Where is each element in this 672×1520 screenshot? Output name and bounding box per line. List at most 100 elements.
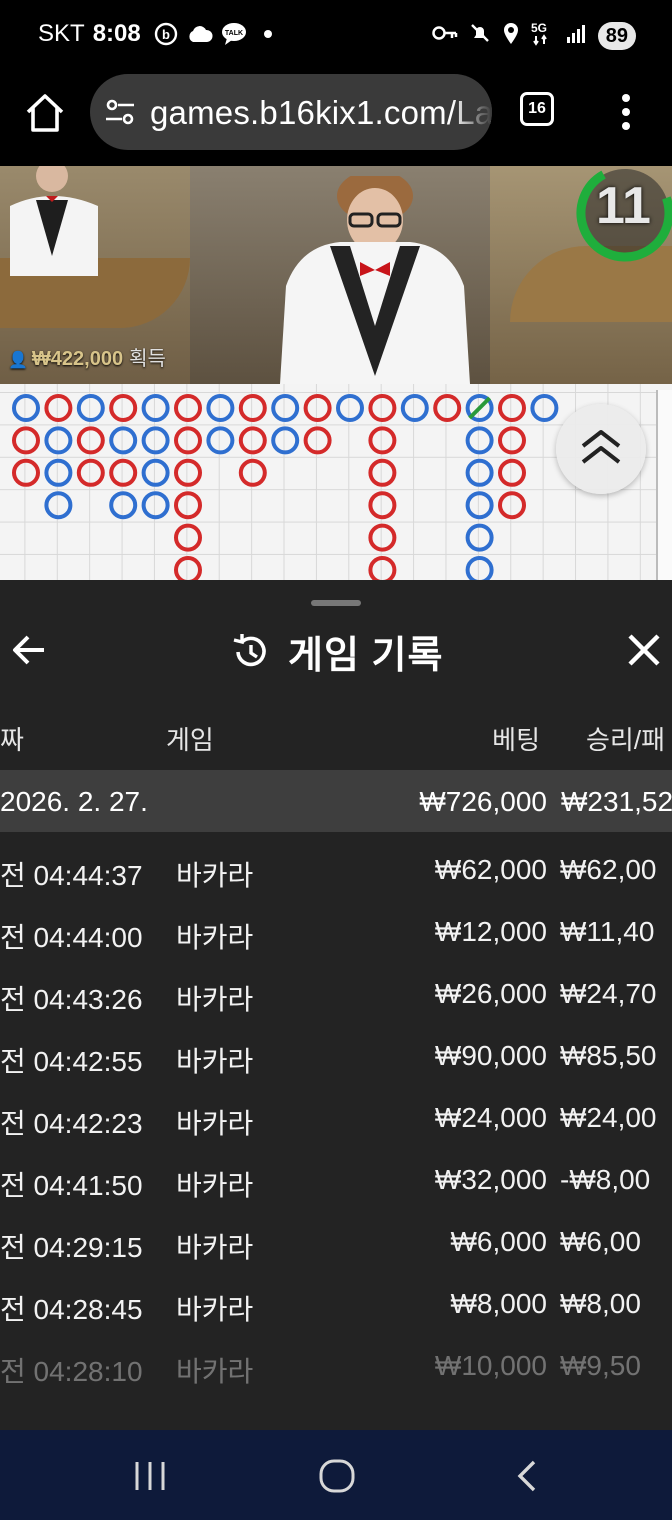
- player-bead: [141, 426, 170, 455]
- player-bead: [465, 556, 494, 580]
- row-bet: ₩32,000: [434, 1164, 547, 1195]
- banker-bead: [109, 394, 138, 422]
- dot-icon: [255, 21, 281, 47]
- player-bead: [465, 458, 494, 487]
- home-icon: [26, 94, 64, 132]
- row-bet: ₩8,000: [450, 1288, 548, 1319]
- player-bead: [206, 426, 235, 455]
- chevron-left-icon: [517, 1460, 536, 1492]
- row-winloss: ₩24,00: [560, 1102, 657, 1133]
- banker-bead: [368, 458, 397, 487]
- row-game: 바카라: [176, 984, 254, 1015]
- player-bead: [465, 491, 494, 520]
- nav-back-button[interactable]: [512, 1458, 540, 1494]
- history-row[interactable]: 전 04:42:55 바카라 ₩90,000 ₩85,50: [0, 1024, 672, 1086]
- sheet-title: 게임 기록: [288, 635, 444, 677]
- user-icon: 👤: [8, 352, 28, 369]
- history-row[interactable]: 전 04:43:26 바카라 ₩26,000 ₩24,70: [0, 962, 672, 1024]
- player-bead: [465, 523, 494, 552]
- row-bet: ₩6,000: [450, 1226, 548, 1257]
- row-bet: ₩12,000: [434, 916, 547, 947]
- mute-icon: [468, 21, 492, 50]
- dealer-figure: [280, 176, 470, 384]
- nav-home-button[interactable]: [318, 1458, 356, 1494]
- banker-bead: [12, 458, 40, 487]
- banker-bead: [368, 426, 397, 455]
- row-game: 바카라: [176, 860, 254, 891]
- player-bead: [76, 394, 105, 422]
- site-settings-icon[interactable]: [104, 98, 136, 126]
- history-row[interactable]: 전 04:42:23 바카라 ₩24,000 ₩24,00: [0, 1086, 672, 1148]
- banker-bead: [498, 426, 526, 455]
- row-game: 바카라: [176, 1170, 254, 1201]
- row-bet: ₩26,000: [434, 978, 547, 1009]
- player-bead: [141, 491, 170, 520]
- url-fade: [452, 74, 492, 150]
- side-dealer-figure: [10, 166, 98, 276]
- history-row[interactable]: 전 04:44:37 바카라 ₩62,000 ₩62,00: [0, 838, 672, 900]
- row-time: 전 04:43:26: [0, 984, 143, 1015]
- history-row[interactable]: 전 04:44:00 바카라 ₩12,000 ₩11,40: [0, 900, 672, 962]
- kebab-icon: [622, 94, 630, 130]
- header-game[interactable]: 게임: [166, 720, 214, 757]
- live-video-stream[interactable]: 11 👤 ₩422,000 획득: [0, 166, 672, 384]
- clock-time: 8:08: [92, 20, 141, 47]
- banker-bead: [174, 556, 202, 580]
- banker-bead: [238, 458, 267, 487]
- address-bar[interactable]: games.b16kix1.com/La: [90, 74, 492, 150]
- history-row[interactable]: 전 04:28:45 바카라 ₩8,000 ₩8,00: [0, 1272, 672, 1334]
- player-bead: [12, 394, 40, 422]
- banker-bead: [76, 426, 105, 455]
- row-time: 전 04:44:37: [0, 860, 143, 891]
- summary-winloss: ₩231,52: [561, 786, 672, 817]
- date-summary-row[interactable]: 2026. 2. 27. ₩726,000 ₩231,52: [0, 770, 672, 832]
- banker-bead: [76, 458, 105, 487]
- row-time: 전 04:41:50: [0, 1170, 143, 1201]
- player-bead: [400, 394, 429, 422]
- player-bead: [109, 426, 138, 455]
- header-bet[interactable]: 베팅: [492, 720, 540, 757]
- drag-handle[interactable]: [311, 600, 361, 606]
- more-menu-button[interactable]: [616, 92, 636, 132]
- url-text[interactable]: games.b16kix1.com/La: [150, 94, 492, 132]
- row-bet: ₩90,000: [434, 1040, 547, 1071]
- svg-text:b: b: [162, 27, 170, 42]
- expand-collapse-button[interactable]: [556, 404, 646, 494]
- network-label: 5G: [531, 21, 547, 35]
- row-winloss: ₩6,00: [560, 1226, 641, 1257]
- banker-bead: [12, 426, 40, 455]
- banker-bead: [174, 491, 202, 520]
- back-button[interactable]: [10, 632, 48, 668]
- recent-apps-button[interactable]: [130, 1460, 170, 1492]
- header-winloss[interactable]: 승리/패: [586, 720, 665, 757]
- talk-bubble-icon: TALK: [221, 21, 247, 47]
- row-game: 바카라: [176, 1108, 254, 1139]
- home-button[interactable]: [22, 90, 68, 136]
- player-bead: [141, 458, 170, 487]
- history-row[interactable]: 전 04:41:50 바카라 ₩32,000 -₩8,00: [0, 1148, 672, 1210]
- banker-bead: [44, 394, 73, 422]
- banker-bead: [174, 426, 202, 455]
- history-row[interactable]: 전 04:28:10 바카라 ₩10,000 ₩9,50: [0, 1334, 672, 1396]
- banker-bead: [303, 394, 332, 422]
- tie-marker: [468, 396, 492, 420]
- cloud-icon: [187, 21, 213, 47]
- player-bead: [44, 426, 73, 455]
- close-button[interactable]: [626, 632, 662, 668]
- player-bead: [109, 491, 138, 520]
- row-game: 바카라: [176, 922, 254, 953]
- row-winloss: ₩85,50: [560, 1040, 657, 1071]
- header-date[interactable]: 짜: [0, 720, 24, 757]
- banker-bead: [238, 394, 267, 422]
- tab-switcher-button[interactable]: 16: [520, 92, 554, 126]
- row-time: 전 04:28:45: [0, 1294, 143, 1325]
- player-bead: [530, 394, 559, 422]
- home-circle-icon: [319, 1459, 355, 1493]
- banker-bead: [109, 458, 138, 487]
- player-bead: [44, 458, 73, 487]
- row-time: 전 04:42:23: [0, 1108, 143, 1139]
- banker-bead: [498, 458, 526, 487]
- history-row[interactable]: 전 04:29:15 바카라 ₩6,000 ₩6,00: [0, 1210, 672, 1272]
- summary-bet: ₩726,000: [419, 786, 547, 817]
- history-icon: [233, 633, 266, 666]
